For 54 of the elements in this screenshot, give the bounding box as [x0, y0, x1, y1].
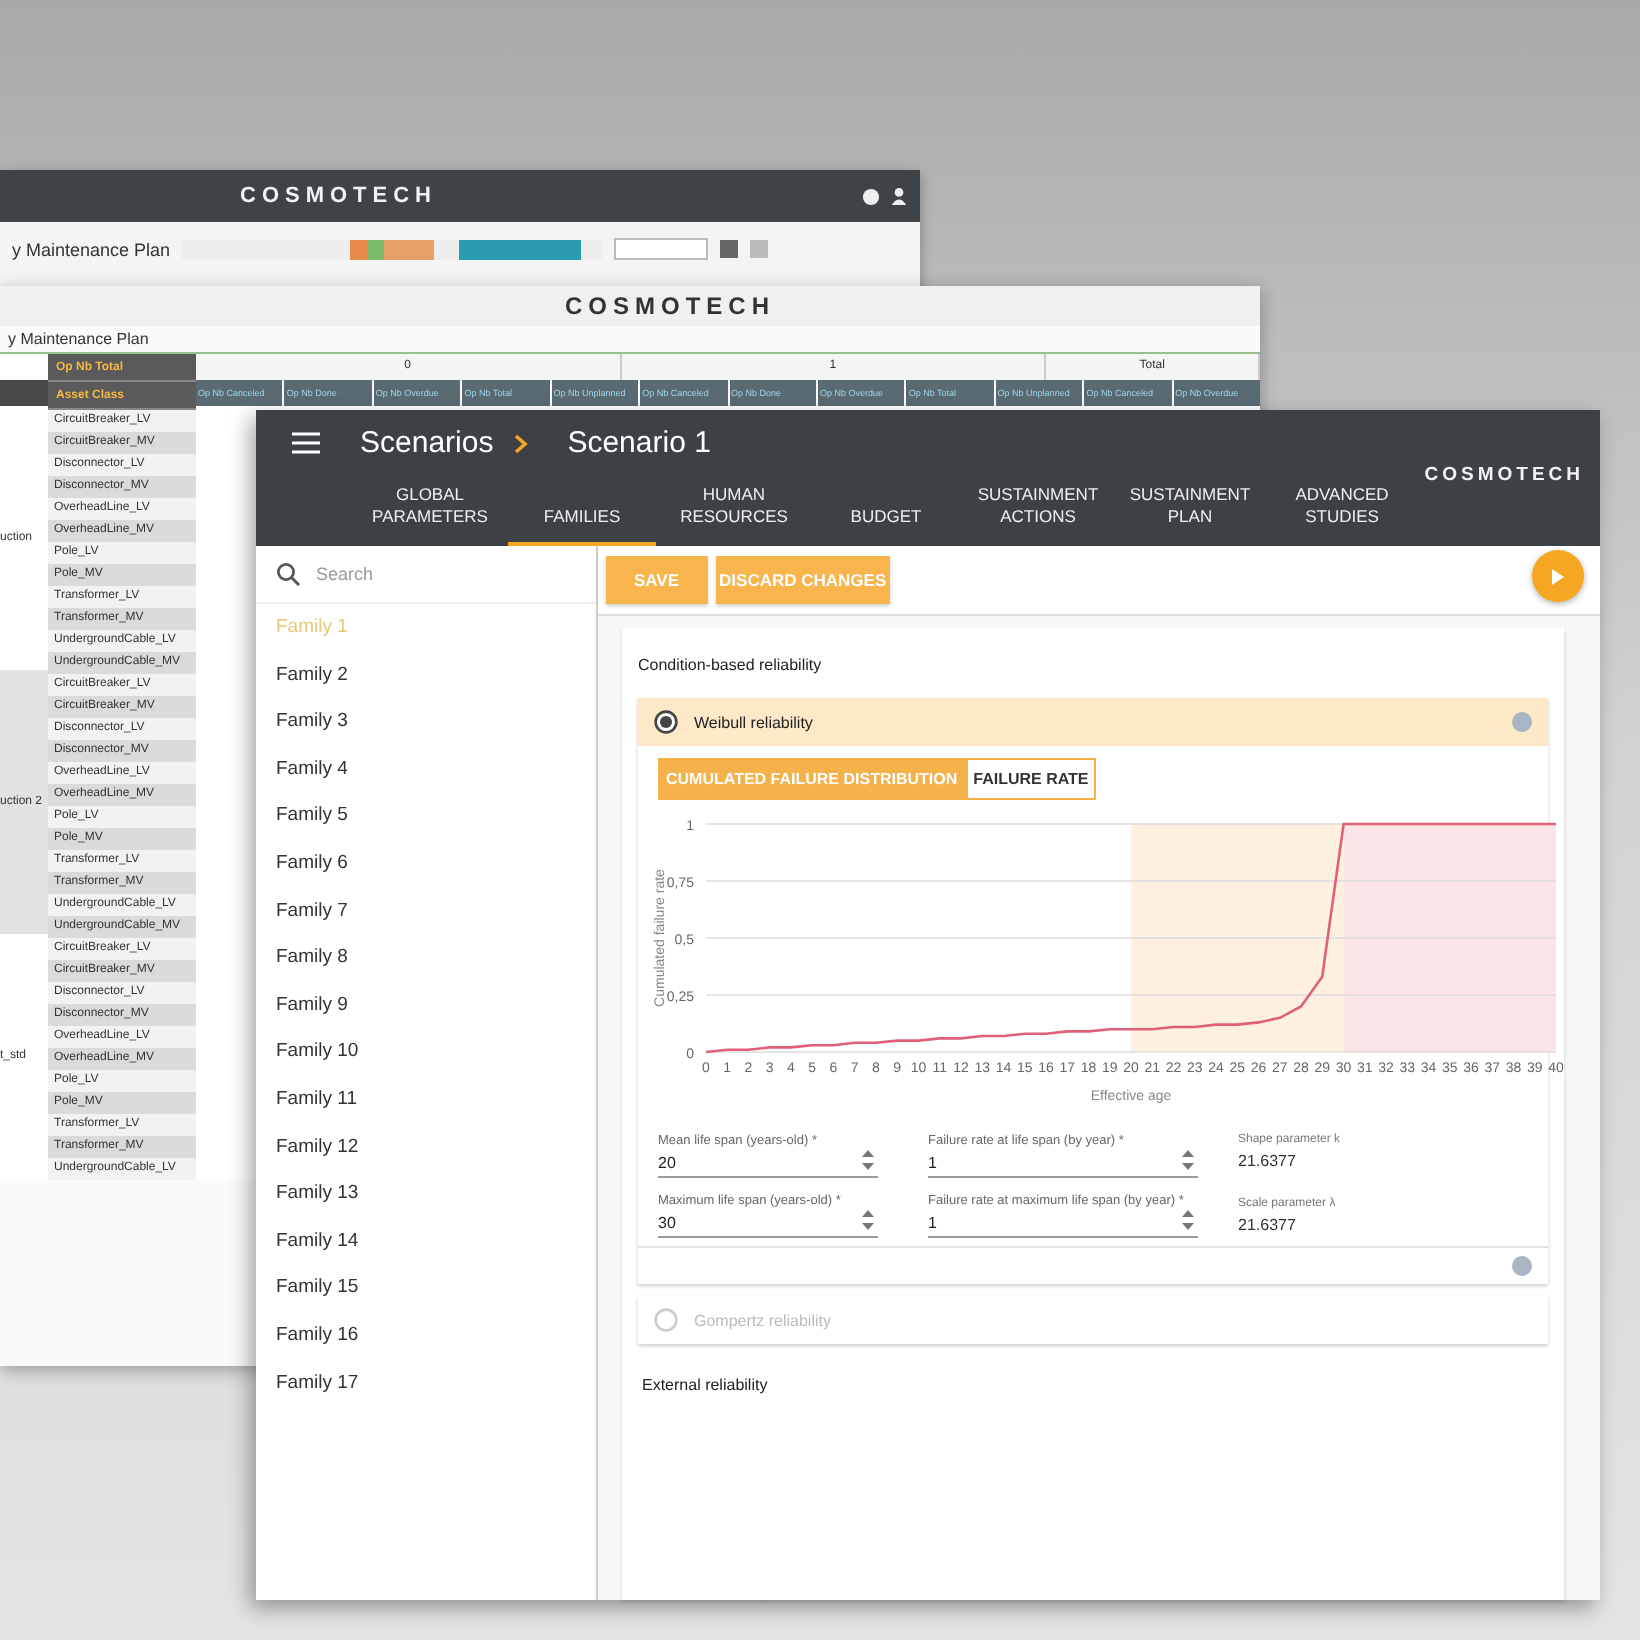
family-list-item[interactable]: Family 15: [256, 1264, 596, 1312]
nav-tab[interactable]: BUDGET: [812, 501, 960, 546]
nav-tab[interactable]: GLOBAL PARAMETERS: [356, 479, 504, 546]
family-list-item[interactable]: Family 5: [256, 792, 596, 840]
field-value: 30: [658, 1212, 678, 1232]
spinner-icon[interactable]: [862, 1148, 874, 1172]
spinner-icon[interactable]: [862, 1208, 874, 1232]
family-list-item[interactable]: Family 14: [256, 1217, 596, 1265]
menu-icon[interactable]: [292, 432, 320, 454]
parameter-value: 21.6377: [1238, 1216, 1298, 1234]
page-title: y Maintenance Plan: [12, 239, 171, 259]
cosmotech-logo: COSMOTECH: [1424, 464, 1584, 486]
field-value: 20: [658, 1152, 678, 1172]
cosmotech-logo: COSMOTECH: [565, 292, 775, 320]
header-cell: [0, 380, 48, 406]
field-value: 1: [928, 1212, 939, 1232]
family-list-item[interactable]: Family 17: [256, 1359, 596, 1407]
parameter-value: 21.6377: [1238, 1152, 1298, 1170]
family-list-item[interactable]: Family 10: [256, 1028, 596, 1076]
model-option[interactable]: Weibull reliability: [638, 698, 1548, 746]
family-list-item[interactable]: Family 2: [256, 651, 596, 699]
radio-button-icon: [654, 710, 678, 734]
family-list-item[interactable]: Family 12: [256, 1123, 596, 1171]
nav-tab[interactable]: HUMAN RESOURCES: [660, 479, 808, 546]
breadcrumb-link[interactable]: Scenarios: [360, 426, 494, 460]
model-label: Gompertz reliability: [694, 1311, 831, 1329]
family-list-item[interactable]: Family 9: [256, 981, 596, 1029]
field-value: 1: [928, 1152, 939, 1172]
family-list-item[interactable]: Family 6: [256, 839, 596, 888]
nav-tab[interactable]: ADVANCED STUDIES: [1268, 479, 1416, 546]
family-list-item[interactable]: Family 16: [256, 1311, 596, 1359]
chevron-icon: [513, 433, 528, 453]
family-list-item[interactable]: Family 13: [256, 1170, 596, 1218]
family-list-item[interactable]: Family 8: [256, 934, 596, 982]
search-icon: [276, 562, 300, 586]
search-field[interactable]: [614, 238, 709, 260]
chart-tab[interactable]: FAILURE RATE: [965, 758, 1097, 800]
family-list-item[interactable]: Family 4: [256, 745, 596, 793]
user-icon[interactable]: [890, 186, 908, 206]
family-list-item[interactable]: Family 7: [256, 887, 596, 935]
family-list-item[interactable]: Family 11: [256, 1075, 596, 1124]
grid-view-icon[interactable]: [720, 240, 739, 258]
model-label: Weibull reliability: [694, 713, 813, 731]
spinner-icon[interactable]: [1182, 1208, 1194, 1232]
section-title: External reliability: [640, 1374, 770, 1398]
nav-tab[interactable]: SUSTAINMENT PLAN: [1116, 479, 1264, 546]
radio-button-icon: [654, 1308, 678, 1332]
cosmotech-logo: COSMOTECH: [240, 184, 437, 208]
nav-tab[interactable]: SUSTAINMENT ACTIONS: [964, 479, 1112, 546]
breadcrumb-current: Scenario 1: [567, 426, 711, 460]
family-list-item[interactable]: Family 3: [256, 698, 596, 746]
spinner-icon[interactable]: [1182, 1148, 1194, 1172]
section-title: Condition-based reliability: [638, 654, 824, 678]
play-icon: [1550, 567, 1566, 585]
